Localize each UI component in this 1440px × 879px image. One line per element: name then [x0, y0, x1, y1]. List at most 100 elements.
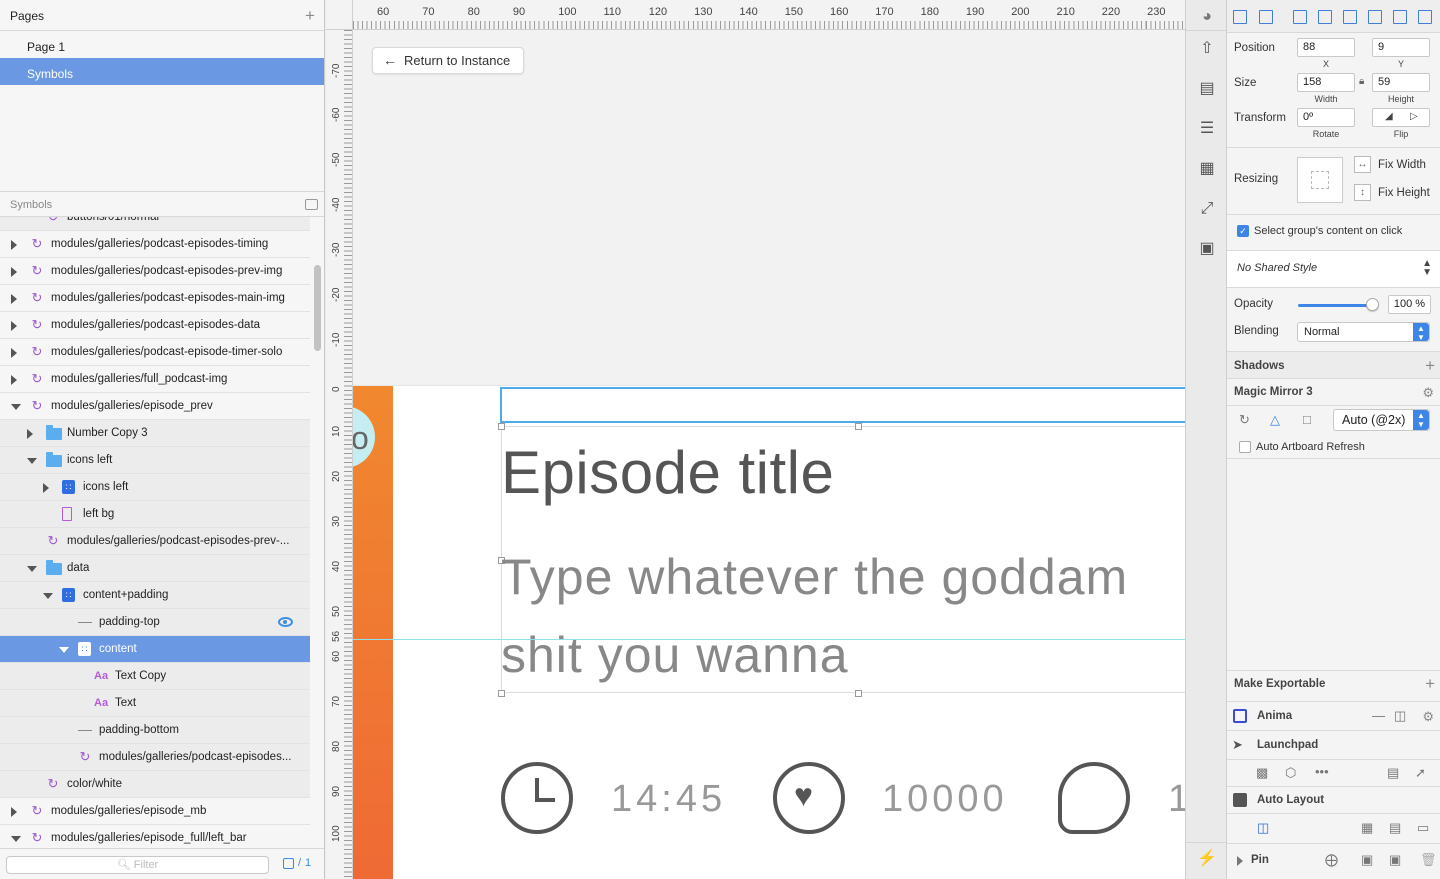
resize-handle[interactable]: [855, 423, 862, 430]
eye-icon[interactable]: [278, 617, 293, 627]
layer-row[interactable]: ↻ modules/galleries/episode_prev: [0, 393, 310, 420]
mirror-icon[interactable]: △: [1270, 412, 1280, 428]
collapse-panel-icon[interactable]: [305, 199, 318, 210]
disclosure-closed-icon[interactable]: [11, 348, 17, 358]
layer-row[interactable]: ↻ modules/galleries/podcast-episodes...: [0, 744, 310, 771]
disclosure-open-icon[interactable]: [27, 566, 37, 572]
trash-icon[interactable]: 🗑︎: [1420, 852, 1437, 868]
artboard-link-icon[interactable]: □: [1303, 412, 1311, 427]
flip-horizontal-icon[interactable]: ◢: [1385, 111, 1393, 122]
symbol-filter-icon[interactable]: [283, 858, 294, 869]
pin-horizontal-icon[interactable]: ▣: [1389, 852, 1401, 868]
align-top-icon[interactable]: [1368, 10, 1382, 24]
flip-vertical-icon[interactable]: ▷: [1410, 111, 1418, 122]
layer-row[interactable]: Aa Text: [0, 690, 310, 717]
layer-row[interactable]: ↻ modules/galleries/podcast-episodes-timi…: [0, 231, 310, 258]
rotate-input[interactable]: 0º: [1297, 108, 1355, 127]
align-middle-icon[interactable]: [1393, 10, 1407, 24]
disclosure-closed-icon[interactable]: [11, 375, 17, 385]
disclosure-closed-icon[interactable]: [11, 807, 17, 817]
filter-pen-icon[interactable]: /: [298, 857, 301, 869]
layer-row[interactable]: ↻ modules/galleries/podcast-episode-timer…: [0, 339, 310, 366]
layer-row[interactable]: ∷ content+padding: [0, 582, 310, 609]
layer-row[interactable]: ∷ content: [0, 636, 310, 663]
canvas[interactable]: ← Return to Instance o Episode title Typ…: [353, 30, 1185, 879]
page-item-symbols[interactable]: Symbols: [0, 58, 324, 85]
symbol-link-icon[interactable]: ▩: [1256, 765, 1268, 781]
layer-list-scrollbar[interactable]: [314, 265, 321, 351]
device-icon[interactable]: ▭: [1417, 820, 1429, 836]
resizing-constraints[interactable]: [1297, 157, 1343, 203]
disclosure-closed-icon[interactable]: [27, 429, 33, 439]
disclosure-open-icon[interactable]: [43, 593, 53, 599]
launch-icon[interactable]: ➚: [1415, 765, 1426, 781]
pin-all-icon[interactable]: ⨁: [1325, 852, 1338, 868]
disclosure-open-icon[interactable]: [11, 404, 21, 410]
layer-row[interactable]: ∷ icons left: [0, 474, 310, 501]
add-export-icon[interactable]: +: [1425, 675, 1435, 692]
auto-artboard-checkbox[interactable]: [1239, 441, 1251, 453]
artboard[interactable]: o Episode title Type whatever the goddam…: [353, 386, 1185, 879]
disclosure-open-icon[interactable]: [59, 647, 69, 653]
return-to-instance-button[interactable]: ← Return to Instance: [372, 47, 524, 74]
responsive-icon[interactable]: ▤: [1389, 820, 1401, 836]
cube-icon[interactable]: ⬡: [1285, 765, 1296, 781]
layer-row[interactable]: padding-top: [0, 609, 310, 636]
export-icon[interactable]: ⇧: [1196, 38, 1218, 60]
disclosure-open-icon[interactable]: [11, 836, 21, 842]
layer-row[interactable]: ↻ modules/galleries/full_podcast-img: [0, 366, 310, 393]
layer-row[interactable]: ↻ modules/galleries/podcast-episodes-prev…: [0, 258, 310, 285]
filter-input[interactable]: 🔍︎ Filter: [6, 856, 269, 874]
pin-vertical-icon[interactable]: ▣: [1361, 852, 1373, 868]
layer-row[interactable]: data: [0, 555, 310, 582]
layer-row[interactable]: icons left: [0, 447, 310, 474]
lock-icon[interactable]: 🔒︎: [1359, 76, 1364, 87]
selection-box[interactable]: [500, 387, 1185, 423]
layer-row[interactable]: ↻ modules/galleries/podcast-episodes-main…: [0, 285, 310, 312]
layer-row[interactable]: Aa Text Copy: [0, 663, 310, 690]
disclosure-closed-icon[interactable]: [11, 267, 17, 277]
resize-icon[interactable]: ⤢: [1196, 198, 1218, 220]
episode-number-badge[interactable]: o: [353, 406, 375, 468]
layer-row[interactable]: ↻ modules/galleries/podcast-episodes-data: [0, 312, 310, 339]
episode-description[interactable]: Type whatever the goddam shit you wanna: [501, 538, 1185, 694]
vertical-ruler[interactable]: -70 -60 -50 -40 -30 -20 -10 0 10 20 30 40 50 56 60 70 80…: [326, 30, 353, 879]
layer-row[interactable]: ↻ modules/galleries/episode_mb: [0, 798, 310, 825]
disclosure-closed-icon[interactable]: [11, 240, 17, 250]
add-shadow-icon[interactable]: +: [1425, 357, 1435, 374]
align-right-icon[interactable]: [1343, 10, 1357, 24]
magic-mirror-settings-icon[interactable]: ⚙: [1422, 385, 1434, 401]
opacity-slider-track[interactable]: [1298, 304, 1373, 307]
disclosure-closed-icon[interactable]: [43, 483, 49, 493]
x-input[interactable]: 88: [1297, 38, 1355, 57]
stack-layout-icon[interactable]: ▦: [1361, 820, 1373, 836]
flip-control[interactable]: ◢ ▷: [1372, 108, 1430, 127]
y-input[interactable]: 9: [1372, 38, 1430, 57]
toolbar-logo-icon[interactable]: ◕: [1196, 6, 1218, 28]
opacity-slider-knob[interactable]: [1366, 298, 1379, 311]
disclosure-open-icon[interactable]: [27, 458, 37, 464]
anima-settings-icon[interactable]: ⚙: [1422, 709, 1434, 725]
page-item-page-1[interactable]: Page 1: [0, 31, 324, 58]
align-center-icon[interactable]: [1318, 10, 1332, 24]
distribute-horizontal-icon[interactable]: [1233, 10, 1247, 24]
layer-row[interactable]: ↻ modules/galleries/podcast-episodes-prev…: [0, 528, 310, 555]
distribute-vertical-icon[interactable]: [1259, 10, 1273, 24]
stack-icon[interactable]: ▤: [1196, 78, 1218, 100]
more-icon[interactable]: •••: [1315, 764, 1329, 779]
fix-width-icon[interactable]: ↔: [1354, 156, 1371, 173]
add-image-icon[interactable]: ▣: [1196, 238, 1218, 260]
fix-height-icon[interactable]: ↕: [1354, 184, 1371, 201]
horizontal-ruler[interactable]: 60 70 80 90 100 110 120 130 140 150 160 170 180 190 20…: [353, 0, 1185, 30]
layer-row[interactable]: ↻ buttons/01/normal: [0, 217, 310, 231]
select-group-checkbox[interactable]: ✓: [1237, 225, 1249, 237]
grid-icon[interactable]: ▦: [1196, 158, 1218, 180]
refresh-icon[interactable]: ↻: [1239, 412, 1250, 428]
layer-row[interactable]: Number Copy 3: [0, 420, 310, 447]
panel-icon[interactable]: ◫: [1394, 708, 1406, 724]
fix-height-label[interactable]: Fix Height: [1378, 187, 1430, 199]
list-layout-icon[interactable]: ☰: [1196, 118, 1218, 140]
disclosure-closed-icon[interactable]: [11, 321, 17, 331]
layer-row[interactable]: ↻ color/white: [0, 771, 310, 798]
lightning-icon[interactable]: ⚡: [1196, 848, 1218, 870]
